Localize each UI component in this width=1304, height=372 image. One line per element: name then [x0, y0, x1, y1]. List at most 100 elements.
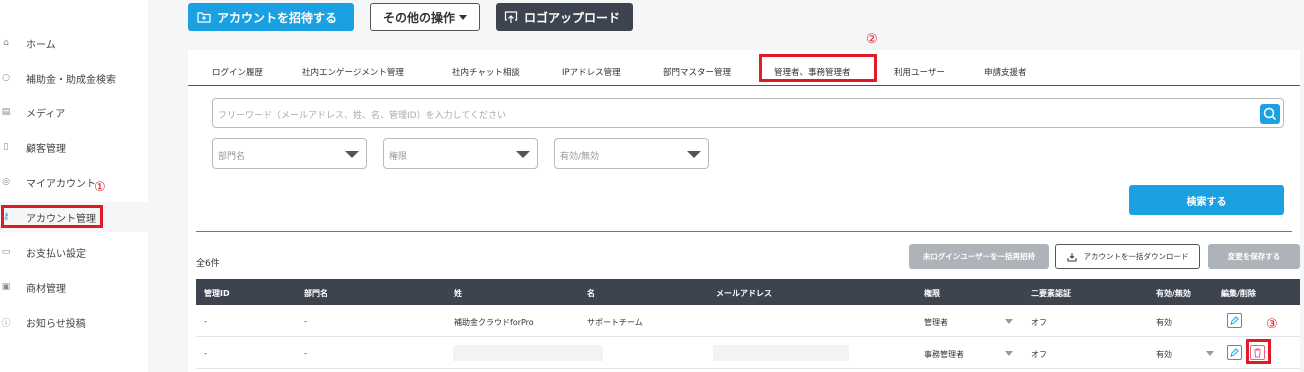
cell-role[interactable]: 管理者 [924, 317, 948, 328]
chevron-down-icon [687, 151, 701, 158]
column-header: 二要素認証 [1031, 289, 1071, 298]
sidebar-item-label: 顧客管理 [26, 143, 66, 155]
edit-button[interactable] [1227, 345, 1242, 360]
sidebar-item-label: マイアカウント [26, 178, 96, 190]
highlight-box-account-management [1, 205, 103, 228]
tab-department-master[interactable]: 部門マスター管理 [663, 66, 731, 78]
home-icon: ⌂ [3, 38, 9, 48]
invite-account-label: アカウントを招待する [217, 10, 338, 25]
column-header: 管理ID [204, 289, 230, 298]
column-header: 部門名 [304, 289, 328, 298]
cell-department: - [304, 317, 307, 326]
sidebar: ⌂ ホーム ○ 補助金・助成金検索 ▤ メディア ▯ 顧客管理 ◎ マイアカウン… [0, 0, 148, 372]
cell-last-name: 補助金クラウドforPro [454, 318, 534, 327]
cell-id: - [204, 317, 207, 326]
sidebar-item-subsidy-search[interactable]: ○ 補助金・助成金検索 [0, 63, 148, 93]
tab-ip-address[interactable]: IPアドレス管理 [562, 66, 621, 78]
cell-status[interactable]: 有効 [1156, 317, 1172, 328]
upload-icon [504, 11, 518, 23]
sidebar-item-home[interactable]: ⌂ ホーム [0, 28, 148, 58]
search-icon: ○ [2, 73, 10, 83]
download-accounts-label: アカウントを一括ダウンロード [1083, 252, 1189, 261]
column-header: 編集/削除 [1221, 289, 1256, 298]
annotation-marker-2: ② [866, 32, 878, 47]
invite-account-button[interactable]: アカウントを招待する [188, 3, 354, 31]
sidebar-item-media[interactable]: ▤ メディア [0, 97, 148, 127]
save-changes-button[interactable]: 変更を保存する [1208, 244, 1300, 269]
cell-department: - [304, 349, 307, 358]
tab-engagement[interactable]: 社内エンゲージメント管理 [302, 66, 404, 78]
search-input[interactable]: フリーワード（メールアドレス、姓、名、管理ID）を入力してください [212, 98, 1284, 128]
sidebar-item-products[interactable]: ▣ 商材管理 [0, 272, 148, 302]
chevron-down-icon[interactable] [1005, 351, 1013, 356]
sidebar-item-my-account[interactable]: ◎ マイアカウント [0, 167, 148, 197]
column-header: メールアドレス [716, 289, 772, 298]
caret-down-icon [459, 14, 467, 20]
sidebar-item-label: お知らせ投稿 [26, 318, 86, 330]
role-select-value: 権限 [389, 152, 408, 162]
table-row: - - 補助金クラウドforPro サポートチーム 管理者 オフ 有効 [196, 305, 1300, 337]
other-actions-button[interactable]: その他の操作 [370, 3, 480, 31]
edit-button[interactable] [1227, 313, 1242, 328]
sidebar-item-label: 商材管理 [26, 283, 66, 295]
sidebar-item-customers[interactable]: ▯ 顧客管理 [0, 132, 148, 162]
chevron-down-icon[interactable] [1005, 319, 1013, 324]
briefcase-icon: ▣ [1, 282, 11, 292]
chevron-down-icon [516, 151, 530, 158]
column-header: 有効/無効 [1156, 289, 1191, 298]
info-icon: ⓘ [1, 318, 11, 329]
column-header: 権限 [924, 289, 940, 298]
highlight-box-delete [1246, 339, 1271, 364]
sidebar-item-label: ホーム [26, 39, 56, 51]
pencil-icon [1230, 316, 1239, 325]
column-header: 名 [587, 289, 595, 298]
main-card: ログイン履歴 社内エンゲージメント管理 社内チャット相談 IPアドレス管理 部門… [188, 50, 1300, 372]
media-icon: ▤ [1, 107, 11, 117]
cell-id: - [204, 349, 207, 358]
department-select[interactable]: 部門名 [212, 138, 367, 169]
divider [196, 231, 1292, 232]
other-actions-label: その他の操作 [382, 10, 455, 25]
redacted-last-name [453, 345, 603, 361]
logo-upload-label: ロゴアップロード [524, 10, 621, 25]
total-count: 全6件 [196, 259, 220, 269]
sidebar-item-label: メディア [26, 108, 66, 120]
sidebar-item-label: お支払い設定 [26, 248, 86, 260]
chevron-down-icon [345, 151, 359, 158]
download-icon [1067, 252, 1076, 261]
user-icon: ◎ [2, 177, 10, 187]
search-placeholder: フリーワード（メールアドレス、姓、名、管理ID）を入力してください [218, 111, 507, 121]
status-select[interactable]: 有効/無効 [554, 138, 709, 169]
annotation-marker-3: ③ [1266, 317, 1278, 332]
highlight-box-admin-tab [759, 54, 877, 82]
cell-status[interactable]: 有効 [1156, 349, 1172, 360]
annotation-marker-1: ① [94, 180, 106, 195]
logo-upload-button[interactable]: ロゴアップロード [496, 3, 633, 31]
tab-applicant-support[interactable]: 申請支援者 [984, 66, 1027, 78]
tab-users[interactable]: 利用ユーザー [894, 66, 945, 78]
tab-internal-chat[interactable]: 社内チャット相談 [452, 66, 520, 78]
tab-login-history[interactable]: ログイン履歴 [212, 66, 263, 78]
tab-bar: ログイン履歴 社内エンゲージメント管理 社内チャット相談 IPアドレス管理 部門… [188, 58, 1300, 86]
sidebar-item-notices[interactable]: ⓘ お知らせ投稿 [0, 307, 148, 337]
folder-plus-icon [197, 12, 211, 23]
search-icon-button[interactable] [1260, 104, 1280, 124]
table-header: 管理ID 部門名 姓 名 メールアドレス 権限 二要素認証 有効/無効 編集/削… [196, 279, 1300, 305]
table-row: - - 事務管理者 オフ 有効 [196, 337, 1300, 369]
column-header: 姓 [454, 289, 462, 298]
card-icon: ▭ [1, 247, 11, 257]
cell-two-factor: オフ [1031, 318, 1047, 327]
reinvite-unlogged-button[interactable]: 未ログインユーザーを一括再招待 [909, 244, 1049, 269]
customers-icon: ▯ [3, 142, 9, 152]
cell-role[interactable]: 事務管理者 [924, 349, 964, 360]
search-button[interactable]: 検索する [1129, 185, 1284, 215]
status-select-value: 有効/無効 [560, 152, 600, 162]
redacted-email [713, 345, 849, 361]
chevron-down-icon[interactable] [1206, 351, 1214, 356]
role-select[interactable]: 権限 [383, 138, 538, 169]
cell-two-factor: オフ [1031, 350, 1047, 359]
download-accounts-button[interactable]: アカウントを一括ダウンロード [1055, 244, 1200, 269]
cell-first-name: サポートチーム [587, 318, 643, 327]
sidebar-item-payment[interactable]: ▭ お支払い設定 [0, 237, 148, 267]
search-icon [1263, 107, 1277, 121]
